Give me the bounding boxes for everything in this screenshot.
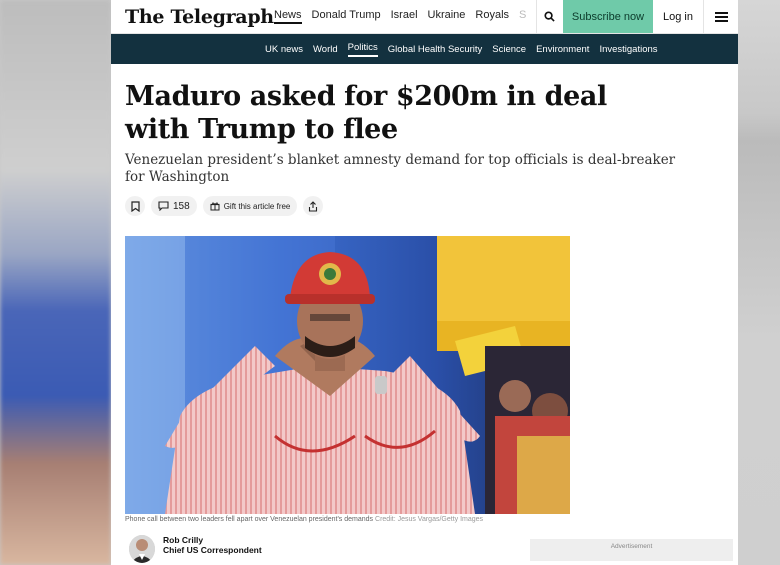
author-avatar[interactable] — [129, 535, 155, 563]
author-role: Chief US Correspondent — [163, 545, 262, 555]
nav-link-israel[interactable]: Israel — [391, 9, 418, 24]
subscribe-button[interactable]: Subscribe now — [563, 0, 653, 33]
share-icon — [309, 200, 318, 212]
photo-credit: Credit: Jesus Vargas/Getty Images — [375, 516, 484, 523]
author-details: Rob Crilly Chief US Correspondent — [163, 535, 262, 555]
section-link-global-health-security[interactable]: Global Health Security — [388, 44, 483, 55]
nav-link-overflow[interactable]: S — [519, 9, 526, 24]
nav-link-donald-trump[interactable]: Donald Trump — [312, 9, 381, 24]
section-link-investigations[interactable]: Investigations — [599, 44, 657, 55]
article-standfirst: Venezuelan president’s blanket amnesty d… — [125, 152, 676, 185]
advertisement-slot: Advertisement — [530, 539, 733, 561]
bookmark-button[interactable] — [125, 196, 145, 216]
maduro-photo-illustration — [125, 236, 570, 514]
article-headline: Maduro asked for $200m in deal with Trum… — [125, 81, 607, 145]
section-link-politics[interactable]: Politics — [347, 42, 378, 57]
author-byline[interactable]: Rob Crilly Chief US Correspondent — [129, 535, 262, 563]
author-name[interactable]: Rob Crilly — [163, 535, 262, 545]
top-navigation-bar: The Telegraph News Donald Trump Israel U… — [111, 0, 738, 34]
search-icon — [544, 11, 555, 22]
nav-link-royals[interactable]: Royals — [475, 9, 509, 24]
section-navigation-bar: UK news World Politics Global Health Sec… — [111, 34, 738, 64]
nav-link-news[interactable]: News — [274, 9, 302, 24]
section-link-environment[interactable]: Environment — [536, 44, 589, 55]
comments-button[interactable]: 158 — [151, 196, 197, 216]
caption-text: Phone call between two leaders fell apar… — [125, 516, 374, 523]
article-main-photo[interactable] — [125, 236, 570, 514]
menu-button[interactable] — [703, 0, 738, 33]
gift-article-button[interactable]: Gift this article free — [202, 196, 298, 216]
share-button[interactable] — [303, 196, 324, 216]
bookmark-icon — [130, 200, 140, 212]
top-nav-links: News Donald Trump Israel Ukraine Royals … — [269, 9, 526, 24]
menu-icon — [714, 11, 728, 22]
article-page: The Telegraph News Donald Trump Israel U… — [111, 0, 738, 565]
comment-icon — [158, 201, 169, 211]
comment-count: 158 — [173, 200, 190, 212]
gift-article-label: Gift this article free — [223, 201, 291, 211]
telegraph-logo[interactable]: The Telegraph — [111, 6, 274, 28]
nav-link-ukraine[interactable]: Ukraine — [428, 9, 466, 24]
blurred-background-right — [738, 0, 780, 565]
section-link-world[interactable]: World — [313, 44, 338, 55]
section-link-science[interactable]: Science — [492, 44, 526, 55]
photo-caption: Phone call between two leaders fell apar… — [125, 516, 570, 523]
article-actions: 158 Gift this article free — [111, 186, 738, 216]
gift-icon — [210, 202, 220, 211]
search-button[interactable] — [536, 0, 562, 33]
blurred-background-left — [0, 0, 111, 565]
section-link-uk-news[interactable]: UK news — [265, 44, 303, 55]
login-link[interactable]: Log in — [653, 0, 703, 33]
